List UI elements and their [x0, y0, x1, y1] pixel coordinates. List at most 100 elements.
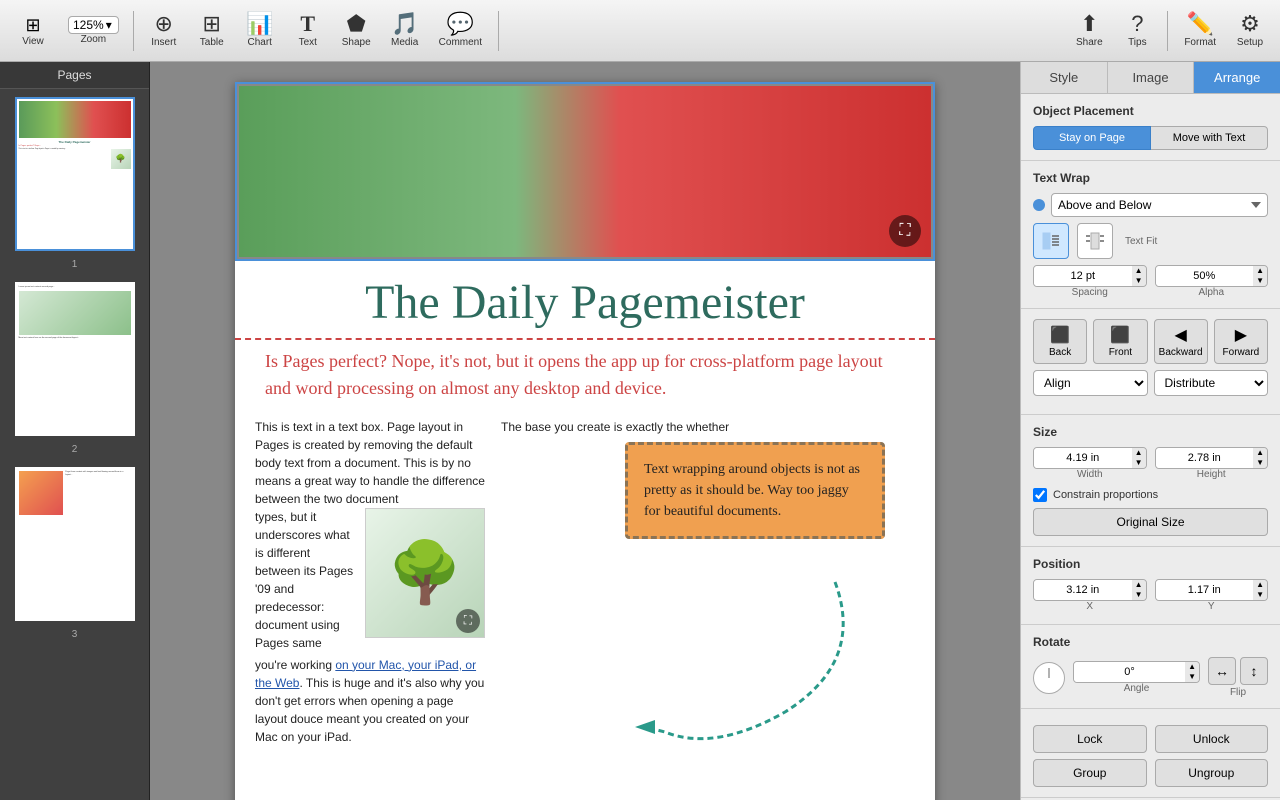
chart-button[interactable]: 📊 Chart	[238, 9, 282, 52]
x-down-btn[interactable]: ▼	[1132, 590, 1146, 600]
view-label: View	[22, 36, 44, 47]
flip-horizontal-btn[interactable]: ↔	[1208, 657, 1236, 685]
view-icon: ⊞	[25, 15, 40, 36]
angle-input[interactable]	[1074, 662, 1185, 682]
width-label: Width	[1033, 469, 1147, 480]
rotate-title: Rotate	[1033, 635, 1268, 649]
width-input[interactable]	[1034, 448, 1132, 468]
width-item: ▲ ▼ Width	[1033, 447, 1147, 482]
height-spin-btns: ▲ ▼	[1253, 448, 1267, 468]
backward-btn[interactable]: ◀ Backward	[1154, 319, 1208, 364]
text-callout-box[interactable]: Text wrapping around objects is not as p…	[625, 442, 885, 539]
page-thumb-1[interactable]: The Daily Pagemeister Is Pages perfect? …	[15, 97, 135, 251]
page-title: The Daily Pagemeister	[235, 261, 935, 340]
share-button[interactable]: ⬆ Share	[1067, 9, 1111, 52]
y-down-btn[interactable]: ▼	[1253, 590, 1267, 600]
tab-arrange[interactable]: Arrange	[1194, 62, 1280, 93]
view-button[interactable]: ⊞ View	[8, 11, 58, 51]
text-wrap-icon-btn[interactable]	[1077, 223, 1113, 259]
original-size-btn[interactable]: Original Size	[1033, 508, 1268, 536]
chart-label: Chart	[248, 37, 272, 48]
alpha-up-btn[interactable]: ▲	[1253, 266, 1267, 276]
chart-icon: 📊	[246, 13, 273, 35]
height-up-btn[interactable]: ▲	[1253, 448, 1267, 458]
table-label: Table	[200, 37, 224, 48]
text-wrap-mode-select[interactable]: Above and Below Around None Inline with …	[1051, 193, 1268, 217]
zoom-control[interactable]: 125% ▾ Zoom	[62, 12, 125, 49]
zoom-box[interactable]: 125% ▾	[68, 16, 119, 34]
table-button[interactable]: ⊞ Table	[190, 9, 234, 52]
insert-button[interactable]: ⊕ Insert	[142, 9, 186, 52]
right-panel: Style Image Arrange Object Placement Sta…	[1020, 62, 1280, 800]
shape-button[interactable]: ⬟ Shape	[334, 9, 379, 52]
group-btn[interactable]: Group	[1033, 759, 1147, 787]
width-up-btn[interactable]: ▲	[1132, 448, 1146, 458]
height-label: Height	[1155, 469, 1269, 480]
body-with-image: 🌳 ⛶ types, but it underscores what is di…	[255, 508, 485, 652]
spacing-down-btn[interactable]: ▼	[1132, 276, 1146, 286]
move-with-text-btn[interactable]: Move with Text	[1151, 126, 1268, 150]
header-image-container[interactable]: ⛶	[235, 82, 935, 261]
setup-button[interactable]: ⚙ Setup	[1228, 9, 1272, 52]
spacing-input[interactable]	[1034, 266, 1132, 286]
page-thumb-2[interactable]: Lorem ipsum text content second page... …	[15, 282, 135, 436]
size-section: Size ▲ ▼ Width ▲	[1021, 415, 1280, 547]
angle-dial[interactable]	[1033, 662, 1065, 694]
back-icon: ⬛	[1050, 325, 1070, 345]
stay-on-page-btn[interactable]: Stay on Page	[1033, 126, 1151, 150]
spacing-label: Spacing	[1033, 287, 1147, 298]
y-up-btn[interactable]: ▲	[1253, 580, 1267, 590]
y-input[interactable]	[1156, 580, 1254, 600]
page-thumb-3[interactable]: Page three content with images and text …	[15, 467, 135, 621]
alpha-input[interactable]	[1156, 266, 1254, 286]
tips-button[interactable]: ? Tips	[1115, 9, 1159, 52]
height-input[interactable]	[1156, 448, 1254, 468]
lock-btn[interactable]: Lock	[1033, 725, 1147, 753]
back-btn[interactable]: ⬛ Back	[1033, 319, 1087, 364]
page-thumb-3-inner: Page three content with images and text …	[17, 469, 133, 619]
table-icon: ⊞	[203, 13, 221, 35]
page-3-number: 3	[0, 629, 149, 640]
zoom-chevron: ▾	[106, 18, 112, 32]
media-icon: 🎵	[391, 13, 418, 35]
rotate-section: Rotate ▲ ▼ Angle ↔	[1021, 625, 1280, 709]
x-input[interactable]	[1034, 580, 1132, 600]
front-btn[interactable]: ⬛ Front	[1093, 319, 1147, 364]
format-button[interactable]: ✏️ Format	[1176, 9, 1224, 52]
angle-down-btn[interactable]: ▼	[1185, 672, 1199, 682]
height-down-btn[interactable]: ▼	[1253, 458, 1267, 468]
flip-vertical-btn[interactable]: ↕	[1240, 657, 1268, 685]
align-distribute-row: Align Distribute	[1033, 370, 1268, 396]
forward-btn[interactable]: ▶ Forward	[1214, 319, 1268, 364]
unlock-btn[interactable]: Unlock	[1155, 725, 1269, 753]
ungroup-btn[interactable]: Ungroup	[1155, 759, 1269, 787]
size-title: Size	[1033, 425, 1268, 439]
tab-style[interactable]: Style	[1021, 62, 1108, 93]
x-up-btn[interactable]: ▲	[1132, 580, 1146, 590]
spacing-up-btn[interactable]: ▲	[1132, 266, 1146, 276]
zoom-value: 125%	[73, 18, 104, 32]
position-section: Position ▲ ▼ X ▲	[1021, 547, 1280, 625]
front-label: Front	[1109, 347, 1132, 358]
flip-buttons: ↔ ↕ Flip	[1208, 657, 1268, 698]
align-select[interactable]: Align	[1033, 370, 1148, 396]
tab-image[interactable]: Image	[1108, 62, 1195, 93]
back-label: Back	[1049, 347, 1071, 358]
arrange-row: ⬛ Back ⬛ Front ◀ Backward ▶ Forward	[1033, 319, 1268, 364]
media-button[interactable]: 🎵 Media	[383, 9, 427, 52]
toolbar-right: ⬆ Share ? Tips ✏️ Format ⚙ Setup	[1067, 9, 1272, 52]
width-down-btn[interactable]: ▼	[1132, 458, 1146, 468]
text-button[interactable]: T Text	[286, 9, 330, 52]
alpha-item: ▲ ▼ Alpha	[1155, 265, 1269, 298]
comment-button[interactable]: 💬 Comment	[431, 9, 490, 52]
size-row: ▲ ▼ Width ▲ ▼ Height	[1033, 447, 1268, 482]
constrain-checkbox[interactable]	[1033, 488, 1047, 502]
canvas-area[interactable]: ⛶ The Daily Pagemeister Is Pages perfect…	[150, 62, 1020, 800]
alpha-down-btn[interactable]: ▼	[1253, 276, 1267, 286]
share-label: Share	[1076, 37, 1103, 48]
placement-btn-group: Stay on Page Move with Text	[1033, 126, 1268, 150]
angle-up-btn[interactable]: ▲	[1185, 662, 1199, 672]
distribute-select[interactable]: Distribute	[1154, 370, 1269, 396]
page-thumb-1-inner: The Daily Pagemeister Is Pages perfect? …	[17, 99, 133, 249]
text-fit-icon-btn[interactable]	[1033, 223, 1069, 259]
